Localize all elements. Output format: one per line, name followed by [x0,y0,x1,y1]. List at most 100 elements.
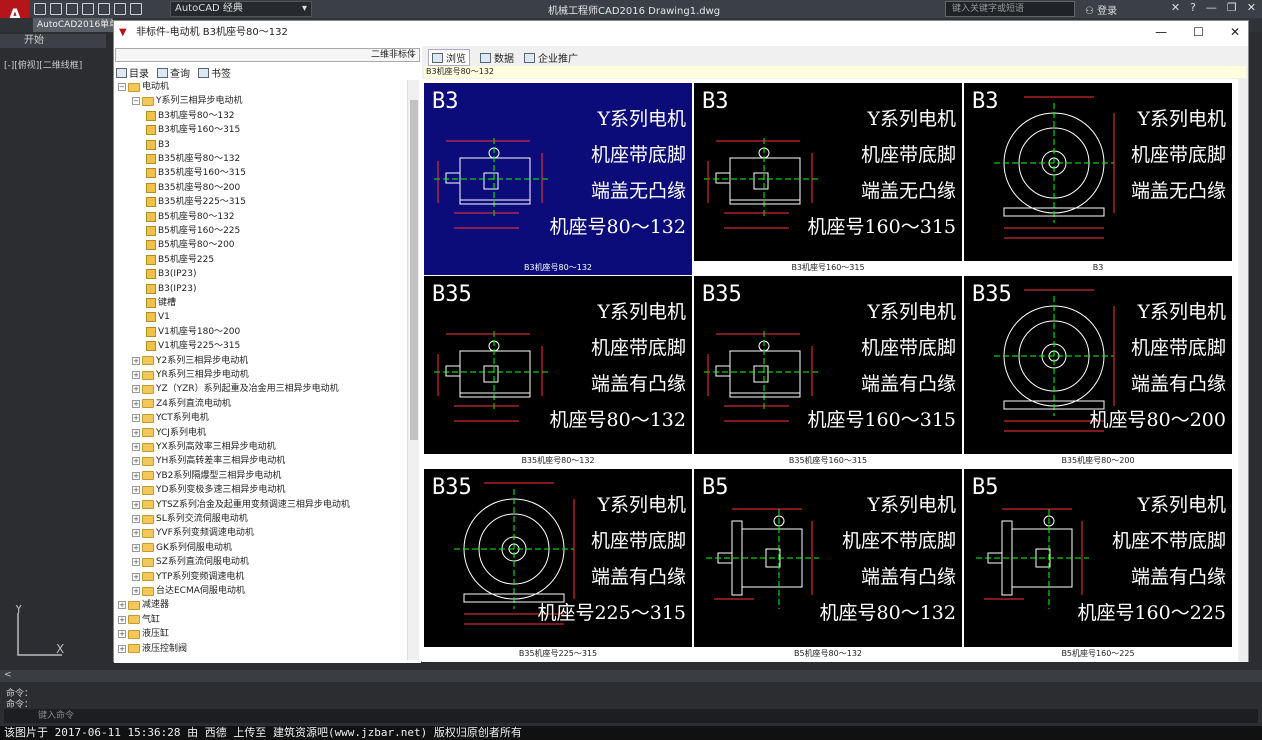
drawing-thumbnail[interactable]: B35 Y系列电机 机座带底脚 端盖有凸缘 机座号80～200 [964,276,1232,454]
tree-folder[interactable]: + GK系列伺服电动机 [132,541,232,555]
expand-icon[interactable]: + [132,515,140,523]
tree-item[interactable]: B3(IP23) [146,282,196,296]
tree-folder[interactable]: + YTP系列变频调速电机 [132,570,244,584]
exchange-icon[interactable]: ✕ [1171,1,1180,14]
tree-item[interactable]: B3(IP23) [146,267,196,281]
maximize-button[interactable]: ☐ [1193,25,1204,39]
tree-folder[interactable]: + YCT系列电机 [132,411,209,425]
expand-icon[interactable]: + [132,486,140,495]
drawing-thumbnail[interactable]: B35 Y系列电机 机座带底脚 端盖有凸缘 机座号160～315 [694,276,962,454]
minimize-icon[interactable]: — [1206,1,1217,14]
print-icon[interactable] [98,3,110,15]
tree-item[interactable]: V1机座号180～200 [146,325,240,339]
thumbnail-caption[interactable]: B35机座号160～315 [694,454,962,468]
tree-folder[interactable]: + YH系列高转差率三相异步电动机 [132,454,285,468]
tree-item[interactable]: B3机座号160～315 [146,123,240,137]
tree-item[interactable]: B35机座号160～315 [146,166,246,180]
tree-item[interactable]: 键槽 [146,296,176,310]
drawing-thumbnail[interactable]: B35 Y系列电机 机座带底脚 端盖有凸缘 机座号225～315 [424,469,692,647]
thumbnail-caption[interactable]: B3 [964,261,1232,275]
tree-folder[interactable]: + 气缸 [118,613,160,627]
tree-item[interactable]: V1 [146,310,170,324]
tree-folder[interactable]: + YR系列三相异步电动机 [132,368,249,382]
search-input[interactable]: 键入关键字或短语 [945,1,1075,17]
command-input[interactable]: 键入命令 [4,709,1258,723]
drawing-thumbnail[interactable]: B5 Y系列电机 机座不带底脚 端盖有凸缘 机座号160～225 [964,469,1232,647]
minimize-button[interactable]: — [1155,25,1167,39]
expand-icon[interactable]: + [118,615,126,624]
tree-item[interactable]: B35机座号80～132 [146,152,240,166]
expand-icon[interactable]: + [132,543,140,552]
tree-folder[interactable]: − 电动机 [118,80,169,94]
tree-folder[interactable]: + YX系列高效率三相异步电动机 [132,440,276,454]
expand-icon[interactable]: + [132,500,140,509]
tab-query[interactable]: 查询 [157,65,190,80]
tree-item[interactable]: B35机座号80～200 [146,181,240,195]
collapse-icon[interactable]: − [118,83,126,91]
tab-browse[interactable]: 浏览 [428,49,470,66]
drawing-thumbnail[interactable]: B3 Y系列电机 机座带底脚 端盖无凸缘 机座号160～315 [694,83,962,261]
expand-icon[interactable]: + [132,529,140,538]
thumbnail-caption[interactable]: B5机座号160～225 [964,647,1232,661]
redo-icon[interactable] [130,3,142,15]
thumbnail-caption[interactable]: B35机座号80～132 [424,454,692,468]
expand-icon[interactable]: + [132,558,140,567]
drawing-thumbnail[interactable]: B35 Y系列电机 机座带底脚 端盖有凸缘 机座号80～132 [424,276,692,454]
restore-icon[interactable]: ❐ [1227,1,1237,14]
horizontal-scrollbar[interactable]: < [0,670,1262,682]
tree-item[interactable]: B3 [146,138,170,152]
expand-icon[interactable]: + [132,443,140,451]
tree-item[interactable]: B5机座号160～225 [146,224,240,238]
save-as-icon[interactable] [82,3,94,15]
expand-icon[interactable]: + [132,587,140,595]
expand-icon[interactable]: + [132,414,140,423]
collapse-icon[interactable]: − [132,97,140,106]
tree-folder[interactable]: + YTSZ系列冶金及起重用变频调速三相异步电动机 [132,498,350,512]
tab-catalog[interactable]: 目录 [116,65,149,80]
tree-item[interactable]: B5机座号80～132 [146,210,235,224]
thumbnail-caption[interactable]: B5机座号80～132 [694,647,962,661]
drawing-thumbnail[interactable]: B5 Y系列电机 机座不带底脚 端盖有凸缘 机座号80～132 [694,469,962,647]
tree-folder[interactable]: + YD系列变极多速三相异步电动机 [132,483,285,497]
tab-data[interactable]: 数据 [480,49,514,66]
tree-folder[interactable]: + SZ系列直流伺服电动机 [132,555,249,569]
tree-folder[interactable]: + YB2系列隔爆型三相异步电动机 [132,469,281,483]
open-file-icon[interactable] [50,3,62,15]
workspace-select[interactable]: AutoCAD 经典 ▾ [170,1,312,17]
tree-folder[interactable]: − Y系列三相异步电动机 [132,94,243,108]
tab-bookmarks[interactable]: 书签 [198,65,231,80]
tree-folder[interactable]: + YVF系列变频调速电动机 [132,526,254,540]
grid-scrollbar[interactable] [1239,79,1248,662]
viewport-label[interactable]: [-][俯视][二维线框] [4,58,82,71]
drawing-thumbnail[interactable]: B3 Y系列电机 机座带底脚 端盖无凸缘 [964,83,1232,261]
thumbnail-caption[interactable]: B3机座号80～132 [424,261,692,275]
new-file-icon[interactable] [34,3,46,15]
expand-icon[interactable]: + [132,399,140,408]
tree-folder[interactable]: + Z4系列直流电动机 [132,397,231,411]
expand-icon[interactable]: + [118,644,126,653]
expand-icon[interactable]: + [132,385,140,394]
tree-item[interactable]: B35机座号225～315 [146,195,246,209]
expand-icon[interactable]: + [132,356,140,365]
expand-icon[interactable]: + [118,630,126,639]
tree-folder[interactable]: + YCJ系列电机 [132,426,206,440]
thumbnail-caption[interactable]: B3机座号160～315 [694,261,962,275]
expand-icon[interactable]: + [132,428,140,437]
close-button[interactable]: ✕ [1230,25,1240,39]
tree-folder[interactable]: + SL系列交流伺服电动机 [132,512,248,526]
save-icon[interactable] [66,3,78,15]
thumbnail-caption[interactable]: B35机座号225～315 [424,647,692,661]
tree-scrollbar[interactable] [407,80,419,660]
tree-item[interactable]: B5机座号225 [146,253,214,267]
tree-folder[interactable]: + 减速器 [118,598,169,612]
tab-enterprise[interactable]: 企业推广 [524,49,578,66]
tree-item[interactable]: B5机座号80～200 [146,238,235,252]
tree-item[interactable]: V1机座号225～315 [146,339,240,353]
tab-drawing[interactable]: AutoCAD2016单单 [33,18,113,32]
thumbnail-caption[interactable]: B35机座号80～200 [964,454,1232,468]
tree-folder[interactable]: + 液压缸 [118,627,169,641]
tab-start[interactable]: 开始 [0,34,106,48]
close-icon[interactable]: ✕ [1247,1,1256,14]
category-select[interactable]: 二维非标件 ⌄ [115,48,420,62]
expand-icon[interactable]: + [118,601,126,610]
